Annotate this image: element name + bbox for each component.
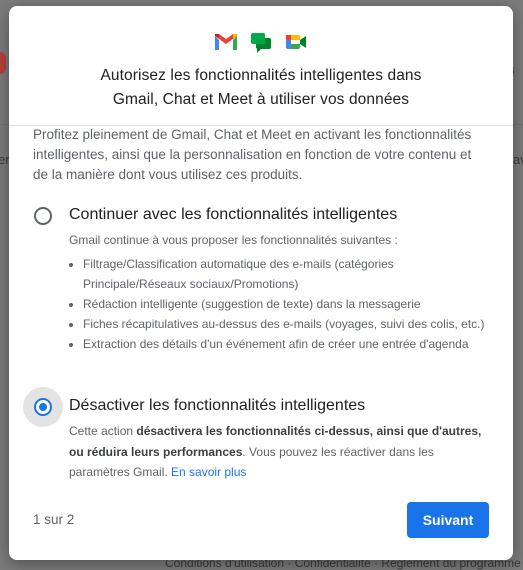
dialog-title-line: Autorisez les fonctionnalités intelligen… [100,67,422,84]
gmail-icon [215,34,237,50]
radio-circle [34,207,52,225]
background-accent [0,52,6,74]
learn-more-link[interactable]: En savoir plus [171,465,246,479]
step-indicator: 1 sur 2 [33,512,75,527]
dialog-title-line: Gmail, Chat et Meet à utiliser vos donné… [112,91,410,108]
smart-features-dialog: Autorisez les fonctionnalités intelligen… [9,6,513,560]
option-continue-title: Continuer avec les fonctionnalités intel… [69,206,398,223]
option-continue-subtitle: Gmail continue à vous proposer les fonct… [69,233,398,247]
product-logos [9,31,513,53]
radio-disable[interactable] [23,387,63,427]
chat-icon [251,33,271,53]
feature-item: Fiches récapitulatives au-dessus des e-m… [83,314,493,334]
feature-item: Filtrage/Classification automatique des … [83,254,493,294]
feature-list: Filtrage/Classification automatique des … [69,254,493,354]
radio-continue[interactable] [23,196,63,236]
feature-item: Extraction des détails d'un événement af… [83,334,493,354]
radio-circle-selected [34,398,52,416]
meet-icon [286,35,306,49]
next-button[interactable]: Suivant [407,502,489,538]
dialog-title: Autorisez les fonctionnalités intelligen… [39,64,483,112]
intro-text: Profitez pleinement de Gmail, Chat et Me… [33,127,472,182]
feature-item: Rédaction intelligente (suggestion de te… [83,294,493,314]
option-disable-title: Désactiver les fonctionnalités intellige… [69,397,366,414]
option-disable-description: Cette action désactivera les fonctionnal… [69,421,489,483]
description-text: Cette action [69,424,137,438]
background-fragment: ava [513,152,523,167]
